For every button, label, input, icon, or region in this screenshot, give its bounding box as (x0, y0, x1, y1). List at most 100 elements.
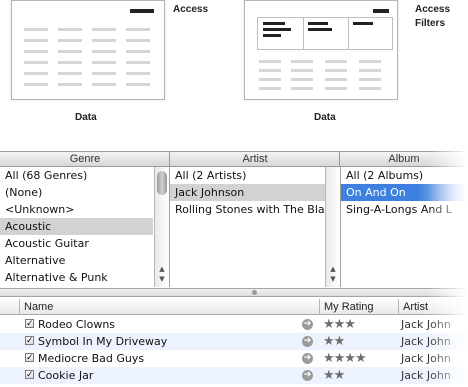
splitter-handle-icon[interactable] (252, 290, 257, 295)
album-column-header[interactable]: Album (339, 151, 468, 167)
grid-cell (92, 83, 116, 86)
grid-cell (259, 60, 281, 63)
grid-cell (92, 50, 116, 53)
grid-cell (92, 72, 116, 75)
rating-column-header[interactable]: My Rating (319, 299, 398, 315)
filter-bar (263, 22, 285, 25)
artist-scrollbar[interactable]: ▲ ▼ (325, 167, 340, 287)
scroll-down-arrow-icon[interactable]: ▼ (155, 275, 169, 283)
filter-bar (353, 22, 373, 25)
track-name: Mediocre Bad Guys (38, 352, 145, 365)
scroll-up-arrow-icon[interactable]: ▲ (155, 265, 169, 273)
genre-item-selected[interactable]: Acoustic (0, 218, 153, 235)
arrow-right-circle-icon[interactable]: ➔ (302, 353, 313, 364)
rating-stars[interactable]: ★★ (323, 333, 345, 350)
grid-cell (24, 72, 48, 75)
name-column-header[interactable]: Name (19, 299, 319, 315)
grid-cell (359, 60, 381, 63)
track-row[interactable]: ✓ Symbol In My Driveway ➔ ★★ Jack John (0, 333, 468, 350)
diagram-right-filters-label: Filters (415, 18, 446, 29)
genre-column-header[interactable]: Genre (0, 151, 170, 167)
grid-cell (126, 28, 150, 31)
filter-divider (303, 18, 304, 49)
genre-scroll-thumb[interactable] (157, 171, 167, 195)
genre-list: All (68 Genres) (None) <Unknown> Acousti… (0, 167, 153, 287)
grid-cell (291, 69, 313, 72)
genre-item[interactable]: Alternative & Punk (0, 269, 153, 286)
grid-cell (92, 61, 116, 64)
album-item[interactable]: Sing-A-Longs And L (341, 201, 468, 218)
checkmark-icon[interactable]: ✓ (25, 370, 34, 380)
diagram-right-data-label: Data (314, 112, 336, 123)
grid-cell (24, 39, 48, 42)
diagram-left-access-bar (130, 9, 154, 13)
grid-cell (58, 83, 82, 86)
artist-column-header-tracks[interactable]: Artist (398, 299, 468, 315)
diagram-left-window (11, 0, 165, 100)
grid-cell (259, 87, 281, 90)
diagram-right-filter-panel (257, 17, 393, 50)
genre-scrollbar[interactable]: ▲ ▼ (154, 167, 169, 287)
artist-list: All (2 Artists) Jack Johnson Rolling Sto… (170, 167, 325, 287)
grid-cell (359, 78, 381, 81)
checkmark-icon[interactable]: ✓ (25, 336, 34, 346)
checkbox-column-header[interactable] (0, 299, 19, 315)
scroll-down-arrow-icon[interactable]: ▼ (326, 275, 340, 283)
grid-cell (325, 78, 347, 81)
grid-cell (126, 72, 150, 75)
artist-item-selected[interactable]: Jack Johnson (170, 184, 325, 201)
genre-item[interactable]: <Unknown> (0, 201, 153, 218)
filter-bar (263, 28, 291, 31)
checkmark-icon[interactable]: ✓ (25, 319, 34, 329)
scroll-up-arrow-icon[interactable]: ▲ (326, 265, 340, 273)
diagram-left-access-label: Access (173, 4, 209, 15)
grid-cell (92, 28, 116, 31)
track-name: Rodeo Clowns (38, 318, 116, 331)
checkmark-icon[interactable]: ✓ (25, 353, 34, 363)
diagram-right-window (244, 0, 398, 100)
arrow-right-circle-icon[interactable]: ➔ (302, 319, 313, 330)
genre-item[interactable]: Acoustic Guitar (0, 235, 153, 252)
track-artist: Jack John (401, 318, 451, 331)
grid-cell (259, 69, 281, 72)
grid-cell (58, 28, 82, 31)
genre-item[interactable]: All (68 Genres) (0, 167, 153, 184)
track-row[interactable]: ✓ Rodeo Clowns ➔ ★★★ Jack John (0, 316, 468, 333)
grid-cell (325, 60, 347, 63)
artist-column-header[interactable]: Artist (169, 151, 340, 167)
genre-item[interactable]: (None) (0, 184, 153, 201)
grid-cell (126, 50, 150, 53)
genre-item[interactable]: Alternative (0, 252, 153, 269)
rating-stars[interactable]: ★★★★ (323, 350, 367, 367)
rating-stars[interactable]: ★★★ (323, 316, 356, 333)
filter-bar (308, 28, 332, 31)
track-row[interactable]: ✓ Cookie Jar ➔ ★★ Jack John (0, 367, 468, 384)
grid-cell (359, 87, 381, 90)
album-item-selected[interactable]: On And On (341, 184, 468, 201)
track-name: Cookie Jar (38, 369, 94, 382)
filter-divider (348, 18, 349, 49)
grid-cell (359, 69, 381, 72)
track-name: Symbol In My Driveway (38, 335, 168, 348)
grid-cell (291, 78, 313, 81)
grid-cell (92, 39, 116, 42)
grid-cell (58, 72, 82, 75)
filter-bar (308, 22, 328, 25)
album-item[interactable]: All (2 Albums) (341, 167, 468, 184)
track-row[interactable]: ✓ Mediocre Bad Guys ➔ ★★★★ Jack John (0, 350, 468, 367)
artist-item[interactable]: Rolling Stones with The Black (170, 201, 325, 218)
filter-bar (263, 34, 281, 37)
grid-cell (325, 69, 347, 72)
arrow-right-circle-icon[interactable]: ➔ (302, 336, 313, 347)
artist-item[interactable]: All (2 Artists) (170, 167, 325, 184)
grid-cell (126, 83, 150, 86)
arrow-right-circle-icon[interactable]: ➔ (302, 370, 313, 381)
grid-cell (24, 50, 48, 53)
grid-cell (259, 78, 281, 81)
grid-cell (58, 39, 82, 42)
grid-cell (291, 87, 313, 90)
track-artist: Jack John (401, 335, 451, 348)
browser-splitter[interactable] (0, 288, 468, 297)
rating-stars[interactable]: ★★ (323, 367, 345, 384)
grid-cell (58, 50, 82, 53)
